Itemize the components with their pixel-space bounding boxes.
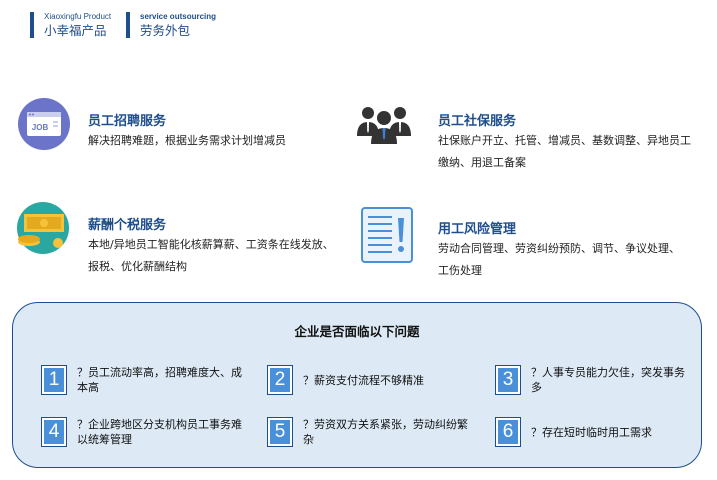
document-icon — [361, 207, 413, 263]
issue-item: 2 ？薪资支付流程不够精准 — [267, 365, 477, 399]
job-icon: JOB — [18, 98, 70, 150]
header-product-cn: 小幸福产品 — [44, 23, 107, 38]
issue-text: ？员工流动率高，招聘难度大、成本高 — [77, 366, 242, 394]
header-divider — [126, 12, 130, 38]
issue-item: 6 ？存在短时临时用工需求 — [495, 417, 695, 451]
service-desc: 劳动合同管理、劳资纠纷预防、调节、争议处理、工伤处理 — [438, 242, 680, 277]
issue-text: ？劳资双方关系紧张，劳动纠纷繁杂 — [303, 418, 468, 446]
service-title: 薪酬个税服务 — [88, 218, 167, 233]
issue-number: 5 — [267, 417, 293, 447]
issue-text: ？企业跨地区分支机构员工事务难以统筹管理 — [77, 418, 242, 446]
money-icon — [17, 202, 69, 254]
issue-text: ？存在短时临时用工需求 — [531, 426, 652, 439]
issue-number: 1 — [41, 365, 67, 395]
header-service-cn: 劳务外包 — [140, 23, 191, 38]
issue-number: 2 — [267, 365, 293, 395]
service-title: 员工招聘服务 — [88, 114, 167, 129]
panel-title: 企业是否面临以下问题 — [294, 324, 420, 339]
issue-item: 3 ？人事专员能力欠佳，突发事务多 — [495, 365, 695, 399]
issue-item: 5 ？劳资双方关系紧张，劳动纠纷繁杂 — [267, 417, 477, 451]
service-desc: 本地/异地员工智能化核薪算薪、工资条在线发放、报税、优化薪酬结构 — [88, 238, 334, 273]
header-product-en: Xiaoxingfu Product — [44, 12, 112, 21]
issue-number: 6 — [495, 417, 521, 447]
service-desc: 解决招聘难题，根据业务需求计划增减员 — [88, 134, 286, 147]
service-social-insurance: 员工社保服务 社保账户开立、托管、增减员、基数调整、异地员工缴纳、用退工备案 — [356, 98, 696, 178]
service-recruitment: JOB 员工招聘服务 解决招聘难题，根据业务需求计划增减员 — [18, 98, 338, 168]
people-icon — [357, 107, 411, 144]
issue-number: 3 — [495, 365, 521, 395]
issues-panel: 企业是否面临以下问题 1 ？员工流动率高，招聘难度大、成本高 2 ？薪资支付流程… — [12, 302, 702, 468]
service-desc: 社保账户开立、托管、增减员、基数调整、异地员工缴纳、用退工备案 — [438, 134, 691, 169]
service-payroll-tax: 薪酬个税服务 本地/异地员工智能化核薪算薪、工资条在线发放、报税、优化薪酬结构 — [14, 202, 344, 282]
issue-item: 4 ？企业跨地区分支机构员工事务难以统筹管理 — [41, 417, 251, 451]
issue-number: 4 — [41, 417, 67, 447]
service-risk-management: 用工风险管理 劳动合同管理、劳资纠纷预防、调节、争议处理、工伤处理 — [360, 206, 700, 286]
header-service: service outsourcing 劳务外包 — [140, 11, 216, 39]
header-divider — [30, 12, 34, 38]
service-title: 员工社保服务 — [438, 114, 517, 129]
service-title: 用工风险管理 — [438, 222, 517, 237]
header-product: Xiaoxingfu Product 小幸福产品 — [44, 11, 111, 39]
issue-text: ？薪资支付流程不够精准 — [303, 374, 424, 387]
header-service-en: service outsourcing — [140, 12, 217, 21]
issue-text: ？人事专员能力欠佳，突发事务多 — [531, 366, 685, 394]
svg-text:JOB: JOB — [32, 123, 49, 132]
issue-item: 1 ？员工流动率高，招聘难度大、成本高 — [41, 365, 251, 399]
